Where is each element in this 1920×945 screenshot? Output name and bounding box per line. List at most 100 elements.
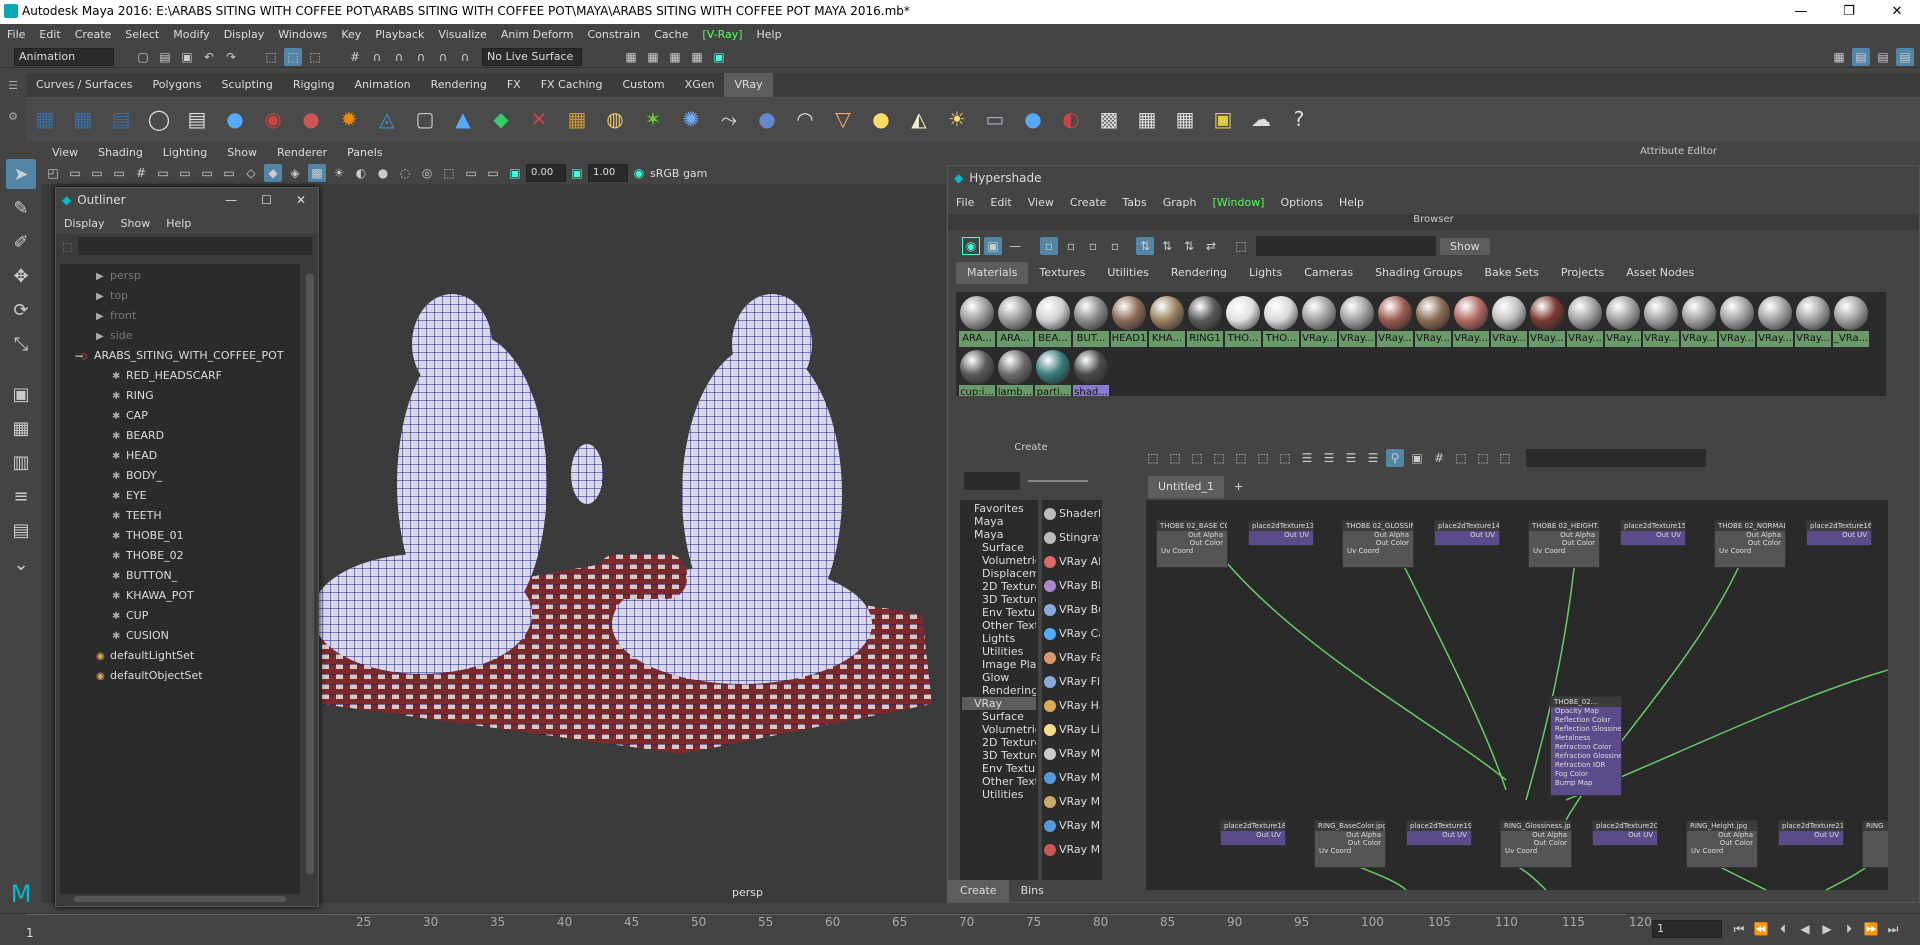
create-category[interactable]: Lights [962,632,1036,645]
outliner-item[interactable]: ✱ EYE [60,486,300,506]
menu-14[interactable]: Help [750,24,789,46]
material-swatch[interactable]: HEAD1 [1111,295,1147,347]
create-category[interactable]: 2D Texture [962,736,1036,749]
browser-tab-9[interactable]: Asset Nodes [1615,262,1705,284]
menu-1[interactable]: Edit [32,24,67,46]
create-shader-item[interactable]: VRay Al [1044,550,1100,574]
material-swatch[interactable]: VRay... [1491,295,1527,347]
outliner-item[interactable]: ◉ defaultObjectSet [60,666,300,686]
outliner-item[interactable]: ✱ BEARD [60,426,300,446]
create-shader-item[interactable]: ShaderF [1044,502,1100,526]
create-shader-item[interactable]: VRay M [1044,742,1100,766]
outliner-item[interactable]: ✱ RING [60,386,300,406]
menu-5[interactable]: Display [217,24,272,46]
menu-6[interactable]: Windows [271,24,334,46]
material-swatch[interactable]: VRay... [1377,295,1413,347]
shelf-tool-14-icon[interactable]: ▦ [560,102,594,136]
graph-node[interactable]: RING_Glossiness.jpg Out Alpha Out Color Uv … [1500,820,1572,868]
gamma-field[interactable]: 1.00 [588,164,628,182]
sort-reverse-icon[interactable]: ⇄ [1202,237,1220,255]
shelf-tool-7-icon[interactable]: ● [294,102,328,136]
minimize-button[interactable]: — [1778,0,1824,24]
browser-tab-4[interactable]: Lights [1238,262,1293,284]
play-forward-icon[interactable]: ▶ [1818,920,1836,938]
step-back-frame-icon[interactable]: ⏴ [1774,920,1792,938]
hypershade-menu-6[interactable]: [Window] [1205,196,1273,209]
shelf-tool-25-icon[interactable]: ▭ [978,102,1012,136]
shelf-tool-2-icon[interactable]: ▤ [104,102,138,136]
shelf-tool-8-icon[interactable]: ✹ [332,102,366,136]
select-tool-icon[interactable]: ➤ [6,159,36,189]
outliner-menu-2[interactable]: Help [158,217,199,230]
shelf-tool-28-icon[interactable]: ▩ [1092,102,1126,136]
create-category[interactable]: Utilities [962,645,1036,658]
create-category[interactable]: 3D Texture [962,593,1036,606]
material-swatch[interactable]: VRay... [1795,295,1831,347]
create-shader-item[interactable]: VRay M [1044,814,1100,838]
node-port[interactable]: Out Alpha [1715,531,1785,539]
paint-select-icon[interactable]: ✐ [6,227,36,257]
node-port[interactable]: Uv Coord [1157,547,1227,555]
snap-plane-icon[interactable]: ∩ [456,48,474,66]
shelf-tool-19-icon[interactable]: ● [750,102,784,136]
shelf-tab-0[interactable]: Curves / Surfaces [26,73,143,97]
outliner-item[interactable]: ✱ HEAD [60,446,300,466]
node-port[interactable]: Out Alpha [1501,831,1571,839]
graph-node[interactable]: RING_Height.jpg Out Alpha Out Color Uv Coor… [1686,820,1758,868]
node-port[interactable]: Out Alpha [1687,831,1757,839]
modeling-toolkit-icon[interactable]: ▦ [1830,48,1848,66]
node-port[interactable]: Out Alpha [1157,531,1227,539]
shelf-tool-13-icon[interactable]: ✕ [522,102,556,136]
shelf-tab-7[interactable]: FX Caching [531,73,613,97]
shelf-tab-10[interactable]: VRay [724,73,773,97]
create-category[interactable]: Image Plan [962,658,1036,671]
create-category[interactable]: Surface [962,541,1036,554]
shelf-tool-12-icon[interactable]: ◆ [484,102,518,136]
single-view-icon[interactable]: ▣ [6,379,36,409]
menu-set-dropdown[interactable]: Animation [14,47,114,66]
material-node-port[interactable]: Reflection Color [1551,716,1621,725]
node-port[interactable]: Out Alpha [1315,831,1385,839]
create-shader-item[interactable]: VRay M [1044,790,1100,814]
go-to-start-icon[interactable]: ⏮ [1730,920,1748,938]
color-management-icon[interactable]: ◉ [630,164,648,182]
outliner-item[interactable]: ▶ front [60,306,300,326]
material-swatch[interactable]: VRay... [1643,295,1679,347]
menu-3[interactable]: Select [118,24,166,46]
browser-large-icon[interactable]: ▫ [1084,237,1102,255]
exposure-field[interactable]: 0.00 [526,164,566,182]
graph-filter-icon[interactable]: ⬚ [1474,449,1492,467]
node-port[interactable]: Uv Coord [1343,547,1413,555]
outliner-maximize-button[interactable]: ☐ [249,193,284,207]
film-gate-icon[interactable]: ▭ [154,164,172,182]
smooth-shade-icon[interactable]: ◆ [264,164,282,182]
browser-search-input[interactable] [1256,236,1436,256]
bottom-tab-bins[interactable]: Bins [1009,880,1056,902]
wireframe-on-shaded-icon[interactable]: ◈ [286,164,304,182]
create-shader-item[interactable]: VRay Fa [1044,646,1100,670]
node-port[interactable]: Out Color [1315,839,1385,847]
menu-10[interactable]: Anim Deform [494,24,581,46]
select-hierarchy-icon[interactable]: ⬚ [262,48,280,66]
browser-small-icon[interactable]: ▫ [1040,237,1058,255]
rotate-tool-icon[interactable]: ⟳ [6,295,36,325]
graph-frame-sel-icon[interactable]: ⬚ [1232,449,1250,467]
ambient-occlusion-icon[interactable]: ● [374,164,392,182]
save-scene-icon[interactable]: ▣ [178,48,196,66]
material-swatch[interactable]: KHA... [1149,295,1185,347]
outliner-item[interactable]: ✱ CUP [60,606,300,626]
wireframe-icon[interactable]: ◇ [242,164,260,182]
material-swatch[interactable]: VRay... [1453,295,1489,347]
outliner-item[interactable]: ▶ side [60,326,300,346]
use-lights-icon[interactable]: ☀ [330,164,348,182]
browser-tab-2[interactable]: Utilities [1096,262,1159,284]
browser-tab-5[interactable]: Cameras [1293,262,1364,284]
node-port[interactable]: Out UV [1621,531,1685,539]
menu-2[interactable]: Create [68,24,119,46]
material-node-port[interactable]: Refraction Color [1551,743,1621,752]
shelf-tab-1[interactable]: Polygons [143,73,212,97]
sort-type-icon[interactable]: ⇅ [1158,237,1176,255]
material-swatch[interactable]: VRay... [1757,295,1793,347]
camera-select-icon[interactable]: ◰ [44,164,62,182]
render-view-icon[interactable]: ▦ [688,48,706,66]
